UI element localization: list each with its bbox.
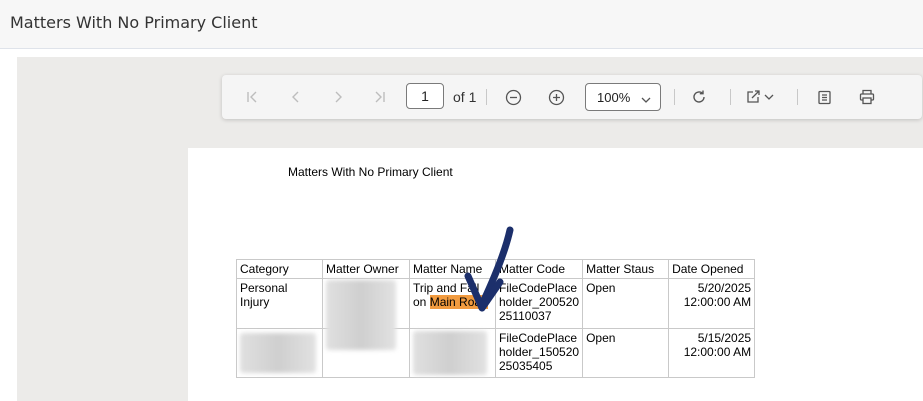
- matter-status-cell: Open: [582, 278, 670, 329]
- zoom-value: 100%: [597, 90, 631, 105]
- previous-page-icon[interactable]: [284, 75, 308, 119]
- matter-status-cell: Open: [582, 328, 670, 378]
- print-layout-icon[interactable]: [812, 75, 836, 119]
- export-icon[interactable]: [742, 75, 780, 119]
- matter-code-cell: FileCodePlace holder_150520 25035405: [494, 328, 584, 378]
- refresh-icon[interactable]: [687, 75, 711, 119]
- redacted-owner: [326, 280, 396, 350]
- toolbar-divider: [730, 89, 731, 105]
- time-value: 12:00:00 AM: [683, 345, 752, 359]
- category-cell: Personal Injury: [236, 278, 323, 329]
- arrow-annotation-icon: [464, 226, 514, 312]
- report-title: Matters With No Primary Client: [288, 165, 453, 179]
- matter-owner-cell: [322, 278, 410, 350]
- redacted-category: [240, 333, 316, 373]
- column-header: Category: [236, 259, 323, 279]
- toolbar-divider: [674, 89, 675, 105]
- matter-name-cell: [409, 328, 496, 378]
- date-value: 5/20/2025: [697, 281, 752, 295]
- page-number-input[interactable]: 1: [406, 83, 444, 109]
- last-page-icon[interactable]: [368, 75, 392, 119]
- matter-code-line: holder_150520: [499, 345, 580, 359]
- table-row: FileCodePlace holder_150520 25035405 Ope…: [236, 328, 756, 378]
- zoom-select[interactable]: 100%: [585, 83, 661, 111]
- column-header: Date Opened: [668, 259, 756, 279]
- report-page: Matters With No Primary Client Category …: [188, 148, 923, 401]
- date-opened-cell: 5/20/2025 12:00:00 AM: [668, 278, 756, 329]
- redacted-matter-name: [413, 331, 487, 375]
- next-page-icon[interactable]: [326, 75, 350, 119]
- page-header: Matters With No Primary Client: [0, 0, 923, 49]
- page-title: Matters With No Primary Client: [10, 13, 258, 32]
- chevron-down-icon: [640, 91, 652, 110]
- date-value: 5/15/2025: [697, 331, 752, 345]
- column-header: Matter Staus: [582, 259, 670, 279]
- matter-code-line: FileCodePlace: [499, 331, 578, 345]
- category-cell: [236, 328, 323, 378]
- column-header: Matter Owner: [322, 259, 410, 279]
- print-icon[interactable]: [855, 75, 879, 119]
- date-opened-cell: 5/15/2025 12:00:00 AM: [668, 328, 756, 378]
- toolbar-divider: [797, 89, 798, 105]
- viewer-toolbar: 1 of 1 100%: [222, 75, 922, 119]
- zoom-in-icon[interactable]: [544, 75, 568, 119]
- matter-name-prefix: on: [413, 295, 427, 309]
- toolbar-divider: [486, 89, 487, 105]
- zoom-out-icon[interactable]: [501, 75, 525, 119]
- matter-code-line: 25035405: [499, 359, 553, 373]
- page-total-label: of 1: [453, 89, 477, 105]
- time-value: 12:00:00 AM: [683, 295, 752, 309]
- first-page-icon[interactable]: [240, 75, 264, 119]
